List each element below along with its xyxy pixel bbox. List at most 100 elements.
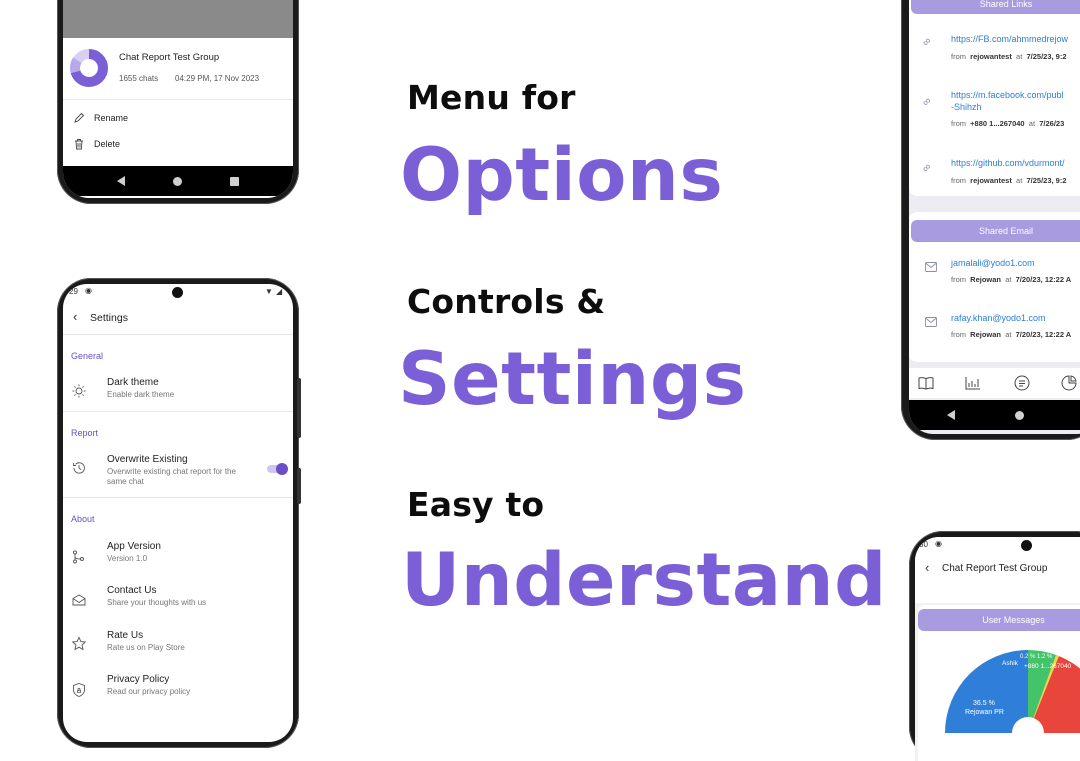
timestamp: 7/20/23, 12:22 A: [1015, 275, 1072, 284]
back-arrow-icon[interactable]: ‹: [925, 560, 929, 575]
slice-label-ashik: Ashik: [1002, 660, 1019, 667]
menu-item-delete[interactable]: Delete: [63, 136, 293, 156]
settings-item-app-version[interactable]: App Version Version 1.0: [63, 541, 293, 581]
link-meta: from +880 1...267040 at 7/26/23: [951, 119, 1064, 128]
email-meta: from Rejowan at 7/20/23, 12:22 A: [951, 275, 1071, 284]
settings-item-subtitle: Share your thoughts with us: [107, 598, 207, 607]
divider: [63, 334, 293, 335]
report-title: Chat Report Test Group: [119, 52, 220, 63]
link-icon: ∞: [919, 160, 934, 176]
star-icon: [71, 636, 87, 651]
link-meta: from rejowantest at 7/25/23, 9:2: [951, 176, 1067, 185]
link-item[interactable]: ∞ https://github.com/vdurmont/ from rejo…: [909, 152, 1080, 192]
report-card[interactable]: Chat Report Test Group 1655 chats 04:29 …: [63, 38, 293, 100]
email-address[interactable]: rafay.khan@yodo1.com: [951, 313, 1046, 323]
phone-chat-report: 30 ◉ ‹ Chat Report Test Group User Messa…: [909, 531, 1080, 761]
shared-email-header: Shared Email: [911, 220, 1080, 242]
phone-options-menu: Chat Report Test Group 1655 chats 04:29 …: [57, 0, 299, 204]
settings-item-title: App Version: [107, 541, 161, 552]
settings-item-title: Dark theme: [107, 377, 159, 388]
shared-links-card: Shared Links ∞ https://FB.com/ahmmedrejo…: [909, 0, 1080, 196]
signal-icon: ◢: [276, 287, 283, 296]
from-label: from: [951, 275, 966, 284]
phone-shared-links: Shared Links ∞ https://FB.com/ahmmedrejo…: [901, 0, 1080, 440]
link-item[interactable]: ∞ https://m.facebook.com/publ -Shihzh fr…: [909, 84, 1080, 144]
user-messages-pie-chart: 36.5 % Rejowan PR 0.2 % 1.2 % Ashik +880…: [945, 650, 1080, 749]
page-title: Settings: [90, 312, 128, 324]
book-icon[interactable]: [918, 376, 934, 390]
pie-icon[interactable]: [1061, 375, 1077, 391]
settings-item-rate-us[interactable]: Rate Us Rate us on Play Store: [63, 630, 293, 670]
link-meta: from rejowantest at 7/25/23, 9:2: [951, 52, 1067, 61]
status-time: 29: [69, 287, 78, 296]
camera-cutout: [172, 287, 183, 298]
slice-label-rejowan-name: Rejowan PR: [965, 709, 1004, 716]
app-bar: ‹ Settings: [63, 302, 293, 334]
headline-menu-for: Menu for: [407, 78, 576, 117]
menu-label-delete: Delete: [94, 139, 121, 149]
side-button: [297, 468, 301, 504]
bottom-tab-bar: [909, 368, 1080, 398]
link-icon: ∞: [919, 94, 934, 110]
chart-icon[interactable]: [965, 376, 981, 390]
nav-back-icon[interactable]: [117, 176, 125, 186]
nav-back-icon[interactable]: [947, 410, 955, 420]
slice-label-other: +880 1...267040: [1024, 663, 1072, 670]
settings-item-overwrite-existing[interactable]: Overwrite Existing Overwrite existing ch…: [63, 454, 293, 494]
pencil-icon: [74, 112, 85, 123]
link-url[interactable]: https://github.com/vdurmont/: [951, 158, 1065, 168]
android-nav-bar: [63, 166, 293, 196]
from-label: from: [951, 176, 966, 185]
at-label: at: [1016, 176, 1023, 185]
camera-cutout: [1021, 540, 1032, 551]
shared-email-card: Shared Email jamalali@yodo1.com from Rej…: [909, 212, 1080, 362]
at-icon: ◉: [935, 539, 942, 548]
settings-item-subtitle: Read our privacy policy: [107, 687, 191, 696]
sender: Rejowan: [970, 275, 1002, 284]
mail-icon: [925, 262, 937, 272]
back-arrow-icon[interactable]: ‹: [73, 309, 77, 324]
menu-label-rename: Rename: [94, 113, 129, 123]
donut-chart-icon: [70, 49, 108, 87]
side-button: [297, 378, 301, 438]
mail-icon: [72, 594, 86, 606]
settings-item-contact-us[interactable]: Contact Us Share your thoughts with us: [63, 585, 293, 625]
list-icon[interactable]: [1014, 375, 1030, 391]
history-icon: [73, 462, 85, 474]
phone-settings: 29 ◉ ▼ ◢ ‹ Settings General Dark theme E…: [57, 278, 301, 748]
report-datetime: 04:29 PM, 17 Nov 2023: [175, 74, 260, 83]
nav-recent-icon[interactable]: [230, 176, 239, 186]
from-label: from: [951, 52, 966, 61]
report-chats: 1655 chats: [119, 74, 159, 83]
email-item[interactable]: rafay.khan@yodo1.com from Rejowan at 7/2…: [909, 307, 1080, 357]
link-url[interactable]: https://FB.com/ahmmedrejow: [951, 34, 1068, 44]
at-label: at: [1028, 119, 1036, 128]
divider: [63, 411, 293, 412]
settings-item-privacy-policy[interactable]: Privacy Policy Read our privacy policy: [63, 674, 293, 714]
headline-controls: Controls &: [407, 282, 606, 321]
at-icon: ◉: [85, 286, 92, 295]
section-report: Report: [71, 428, 99, 438]
menu-item-rename[interactable]: Rename: [63, 110, 293, 130]
nav-home-icon[interactable]: [173, 176, 182, 186]
sun-icon: [72, 384, 86, 398]
email-address[interactable]: jamalali@yodo1.com: [951, 258, 1035, 268]
link-icon: ∞: [919, 34, 934, 50]
email-item[interactable]: jamalali@yodo1.com from Rejowan at 7/20/…: [909, 252, 1080, 302]
branch-icon: [73, 550, 84, 564]
link-item[interactable]: ∞ https://FB.com/ahmmedrejow from rejowa…: [909, 28, 1080, 78]
mail-icon: [925, 317, 937, 327]
trash-icon: [75, 139, 83, 150]
at-label: at: [1016, 52, 1023, 61]
from-label: from: [951, 119, 966, 128]
user-messages-header: User Messages: [918, 609, 1080, 631]
at-label: at: [1005, 275, 1012, 284]
divider: [63, 99, 293, 100]
link-url[interactable]: https://m.facebook.com/publ: [951, 90, 1064, 100]
app-bar: ‹ Chat Report Test Group: [915, 553, 1080, 603]
link-url-continued[interactable]: -Shihzh: [951, 102, 982, 112]
page-title: Chat Report Test Group: [942, 563, 1048, 574]
overwrite-toggle[interactable]: [267, 463, 288, 475]
wifi-icon: ▼: [265, 287, 273, 296]
nav-home-icon[interactable]: [1015, 410, 1024, 420]
